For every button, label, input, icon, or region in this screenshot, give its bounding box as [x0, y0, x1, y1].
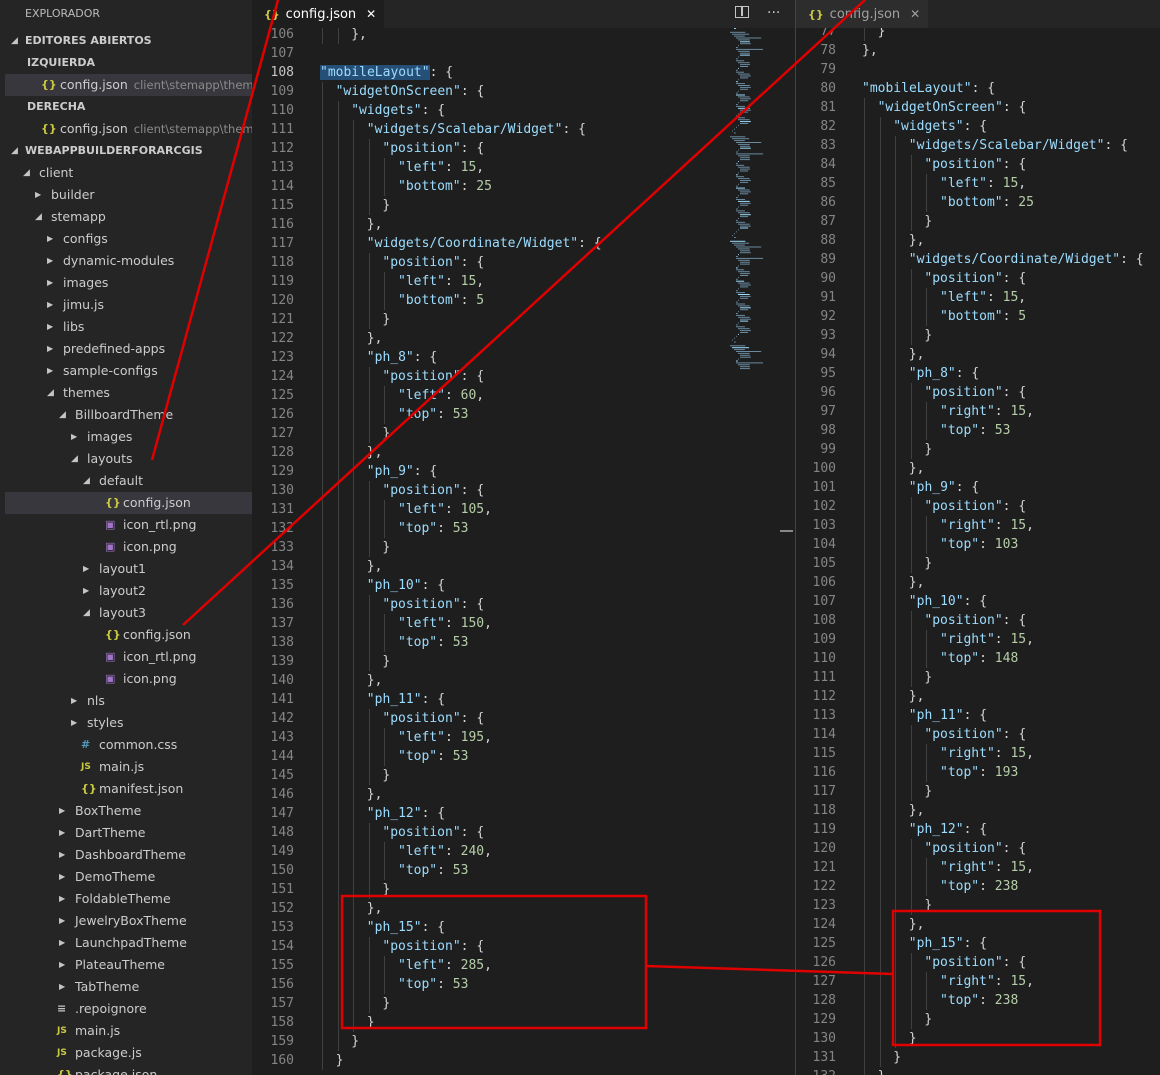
annotation-arrow-line: [150, 0, 280, 461]
annotation-box-left: [340, 894, 648, 1030]
annotation-arrow-line: [182, 0, 866, 626]
annotation-connector-line: [645, 964, 894, 976]
annotation-overlay: [150, 0, 1102, 1047]
annotation-box-right: [891, 909, 1102, 1047]
